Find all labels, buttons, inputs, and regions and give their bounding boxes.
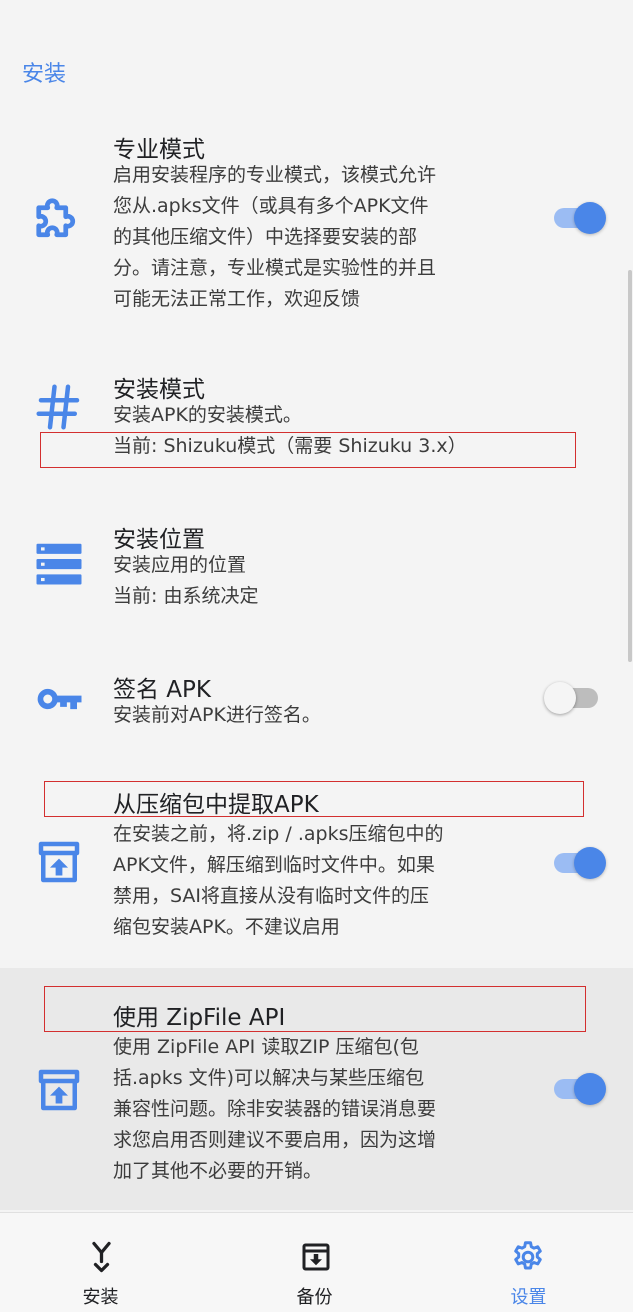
pref-summary: 安装应用的位置 当前: 由系统决定 (113, 554, 259, 607)
pref-title: 签名 APK (113, 677, 211, 703)
pref-pro-mode[interactable]: 专业模式 启用安装程序的专业模式，该模式允许 您从.apks文件（或具有多个AP… (0, 120, 633, 320)
key-icon (37, 688, 82, 710)
nav-item-backup[interactable]: 备份 (211, 1213, 422, 1312)
pref-title: 安装模式 (113, 377, 205, 403)
backup-icon (302, 1243, 330, 1271)
archive-upload-icon (38, 841, 80, 883)
pref-summary: 在安装之前，将.zip / .apks压缩包中的 APK文件，解压缩到临时文件中… (113, 823, 444, 938)
pro-mode-switch[interactable] (552, 200, 608, 236)
pref-title: 专业模式 (113, 137, 205, 163)
annotation-box-zipfile-title (44, 986, 586, 1032)
pref-summary: 安装前对APK进行签名。 (113, 704, 321, 726)
annotation-box-extract-title (44, 781, 584, 817)
section-header-install: 安装 (22, 62, 67, 87)
pref-title: 安装位置 (113, 527, 205, 553)
pref-summary: 启用安装程序的专业模式，该模式允许 您从.apks文件（或具有多个APK文件 的… (113, 164, 437, 310)
installer-icon (92, 1241, 111, 1273)
archive-upload-icon (38, 1069, 80, 1111)
pref-summary: 使用 ZipFile API 读取ZIP 压缩包(包 括.apks 文件)可以解… (113, 1036, 437, 1182)
puzzle-icon (36, 198, 76, 238)
storage-icon (36, 543, 82, 585)
extract-archive-switch[interactable] (552, 845, 608, 881)
zipfile-api-switch[interactable] (552, 1071, 608, 1107)
hash-icon (36, 384, 80, 430)
nav-label: 安装 (82, 1287, 119, 1308)
pref-sign-apk[interactable]: 签名 APK 安装前对APK进行签名。 (0, 660, 633, 740)
scrollbar[interactable] (628, 270, 632, 662)
settings-gear-icon (514, 1241, 542, 1270)
annotation-box-install-mode-current (40, 432, 576, 468)
nav-item-settings[interactable]: 设置 (422, 1213, 633, 1312)
pref-install-location[interactable]: 安装位置 安装应用的位置 当前: 由系统决定 (0, 510, 633, 620)
bottom-navigation: 安装 备份 设置 (0, 1212, 633, 1312)
nav-label: 设置 (510, 1287, 547, 1308)
nav-item-installer[interactable]: 安装 (0, 1213, 211, 1312)
sign-apk-switch[interactable] (544, 680, 608, 716)
nav-label: 备份 (296, 1287, 333, 1308)
